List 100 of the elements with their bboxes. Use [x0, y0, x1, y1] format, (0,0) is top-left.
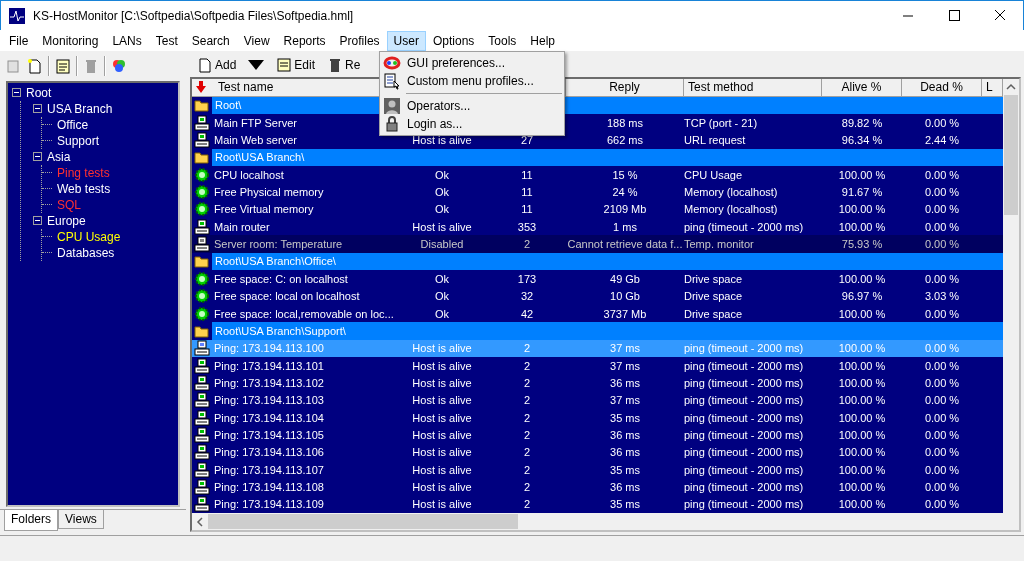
table-cell: 0.00 % — [902, 235, 982, 253]
group-row[interactable]: Root\USA Branch\ — [212, 148, 1003, 166]
tree-item[interactable]: Web tests — [55, 181, 113, 196]
table-cell-text: 662 ms — [605, 132, 645, 148]
menu-item[interactable]: User — [386, 30, 426, 51]
table-cell[interactable]: Ping: 173.194.113.103 — [192, 391, 396, 409]
table-cell[interactable]: Free Virtual memory — [192, 200, 396, 219]
table-cell-text: CPU Usage — [684, 167, 744, 183]
table-cell[interactable]: Main FTP Server — [192, 113, 396, 132]
menu-item[interactable]: Operators... — [380, 97, 564, 115]
test-name: Ping: 173.194.113.105 — [213, 429, 324, 442]
table-cell[interactable]: CPU localhost — [192, 166, 396, 184]
menu-item[interactable]: Help — [523, 30, 562, 51]
test-name: Server room: Temperature — [213, 238, 343, 251]
tree-item[interactable]: Root — [24, 85, 54, 100]
table-cell[interactable]: Ping: 173.194.113.105 — [192, 426, 396, 444]
table-cell[interactable]: Ping: 173.194.113.109 — [192, 495, 396, 513]
menu-item[interactable]: Test — [148, 30, 185, 51]
column-header[interactable]: Test method — [688, 80, 754, 95]
table-cell: Disabled — [396, 235, 488, 253]
table-cell[interactable]: Ping: 173.194.113.106 — [192, 443, 396, 462]
toolbar-button[interactable]: Re — [324, 56, 364, 74]
table-cell-text: ping (timeout - 2000 ms) — [684, 428, 805, 444]
table-cell-text: 35 ms — [609, 462, 641, 478]
toolbar-button[interactable]: Edit — [273, 56, 319, 74]
scrollbar-thumb[interactable] — [1004, 95, 1018, 215]
scrollbar-thumb[interactable] — [208, 514, 518, 529]
column-header[interactable]: L — [986, 80, 993, 95]
table-cell[interactable]: Main Web server — [192, 131, 396, 149]
notepad-icon[interactable] — [54, 56, 72, 75]
table-cell[interactable]: Free Physical memory — [192, 183, 396, 201]
tree-item[interactable]: Databases — [55, 245, 117, 260]
menu-item[interactable]: LANs — [105, 30, 149, 51]
collapse-icon[interactable] — [33, 152, 42, 162]
menu-item[interactable]: Profiles — [332, 30, 387, 51]
table-cell[interactable]: Ping: 173.194.113.102 — [192, 374, 396, 392]
table-cell-text: 2.44 % — [923, 132, 961, 148]
table-cell-text: 2109 Mb — [602, 202, 648, 218]
tree-item[interactable]: SQL — [55, 197, 83, 212]
computer-icon — [194, 392, 210, 409]
table-cell-text: Host is alive — [411, 375, 473, 391]
column-header[interactable]: Reply — [609, 80, 640, 95]
column-header[interactable]: Dead % — [920, 80, 963, 95]
tree-item[interactable]: Ping tests — [55, 165, 112, 180]
table-cell[interactable]: Ping: 173.194.113.101 — [192, 356, 396, 375]
tree-item[interactable]: Asia — [45, 149, 73, 164]
group-row[interactable]: Root\USA Branch\Support\ — [212, 322, 1003, 340]
pane-tab[interactable]: Folders — [4, 510, 58, 532]
table-cell-text: 2 — [522, 462, 532, 478]
test-name: Ping: 173.194.113.109 — [213, 498, 324, 511]
window-title: KS-HostMonitor [C:\Softpedia\Softpedia Files\Softpedia.hml] — [33, 8, 355, 23]
menu-item[interactable]: Monitoring — [35, 30, 106, 51]
table-cell-text: 2 — [522, 393, 532, 409]
table-cell[interactable]: Free space: local on localhost — [192, 287, 396, 305]
table-cell[interactable]: Ping: 173.194.113.104 — [192, 409, 396, 427]
menu-item[interactable]: Search — [184, 30, 237, 51]
table-cell-text: TCP (port - 21) — [684, 115, 759, 131]
menu-item[interactable]: Reports — [276, 30, 333, 51]
table-cell-text: 0.00 % — [923, 497, 961, 513]
table-cell-text: 3.03 % — [923, 289, 961, 305]
test-name: Ping: 173.194.113.106 — [213, 446, 324, 459]
table-cell[interactable]: Ping: 173.194.113.108 — [192, 478, 396, 496]
toolbar-button[interactable]: Add — [194, 56, 268, 74]
table-cell-text: 0.00 % — [923, 358, 961, 374]
gear-icon — [194, 305, 210, 322]
table-cell-text: 100.00 % — [837, 428, 887, 444]
table-cell-text: 0.00 % — [923, 462, 961, 478]
test-name: Main router — [213, 220, 270, 233]
table-cell[interactable]: Free space: C: on localhost — [192, 270, 396, 288]
table-cell[interactable]: Main router — [192, 218, 396, 236]
collapse-icon[interactable] — [12, 88, 21, 98]
menu-item[interactable]: File — [2, 30, 36, 51]
tree-item[interactable]: CPU Usage — [55, 229, 123, 244]
menu-item[interactable]: Tools — [481, 30, 524, 51]
tree-item[interactable]: Support — [55, 133, 102, 148]
table-cell[interactable]: Free space: local,removable on loc... — [192, 304, 396, 323]
table-cell-text: 36 ms — [609, 480, 641, 496]
computer-icon — [194, 409, 210, 426]
table-cell-text: 3737 Mb — [602, 306, 648, 322]
collapse-icon[interactable] — [33, 104, 42, 114]
table-cell-text: 0.00 % — [923, 306, 961, 322]
menu-item[interactable]: GUI preferences... — [380, 54, 564, 72]
menu-item[interactable]: Custom menu profiles... — [380, 72, 564, 90]
table-cell[interactable]: Ping: 173.194.113.107 — [192, 461, 396, 479]
table-cell-text: ping (timeout - 2000 ms) — [684, 480, 805, 496]
tree-item[interactable]: USA Branch — [45, 101, 115, 116]
column-header[interactable]: Test name — [218, 80, 274, 95]
table-cell-text: Ok — [433, 306, 451, 322]
menu-item[interactable]: View — [236, 30, 277, 51]
tree-item[interactable]: Europe — [45, 213, 88, 228]
collapse-icon[interactable] — [33, 216, 42, 226]
menu-item[interactable]: Options — [425, 30, 482, 51]
new-file-icon[interactable] — [26, 56, 44, 75]
table-cell-text: Memory (localhost) — [684, 202, 779, 218]
table-cell-text: 0.00 % — [923, 393, 961, 409]
test-name: Ping: 173.194.113.100 — [213, 342, 324, 355]
tree-item[interactable]: Office — [55, 117, 91, 132]
column-header[interactable]: Alive % — [841, 80, 882, 95]
pane-tab[interactable]: Views — [58, 510, 104, 530]
table-cell-text: Ok — [433, 185, 451, 200]
